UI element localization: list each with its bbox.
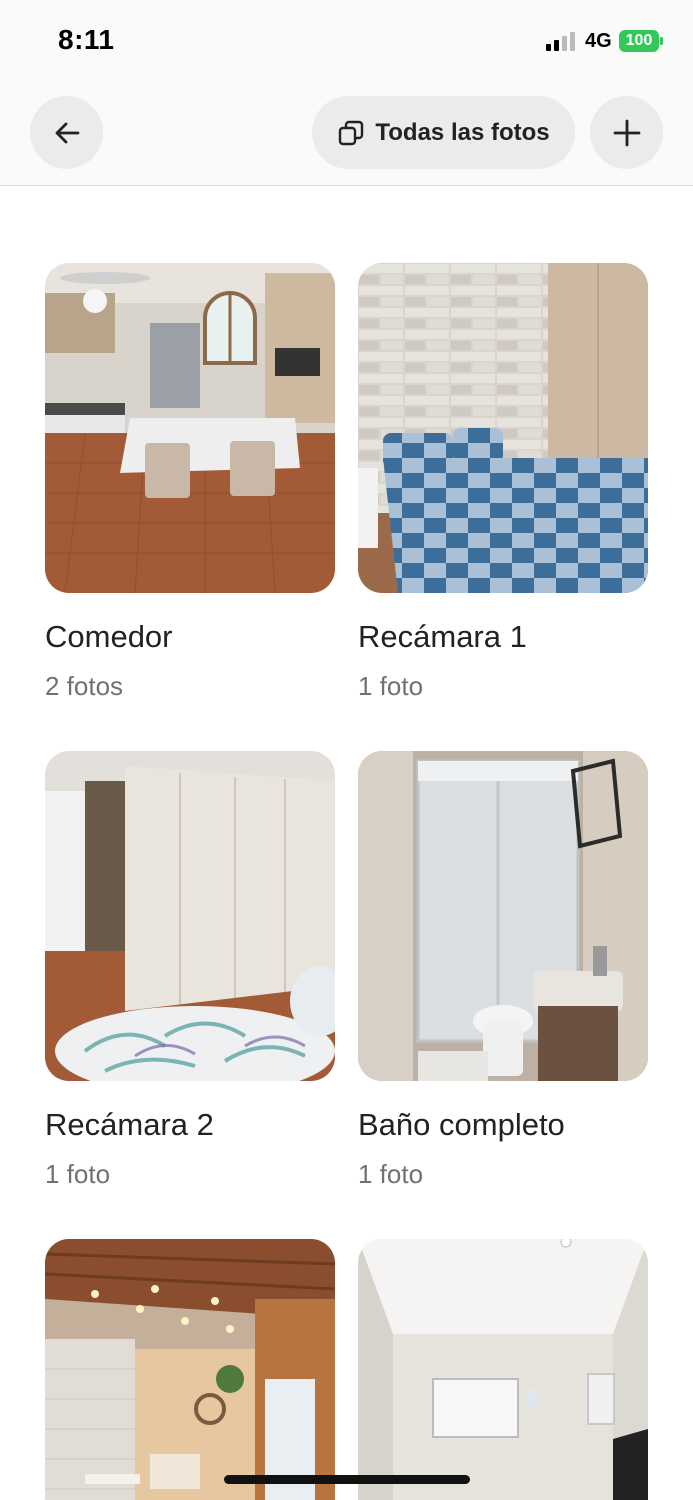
status-time: 8:11 <box>58 24 115 55</box>
room-card-room[interactable] <box>358 1239 648 1500</box>
battery-nub <box>660 37 663 45</box>
room-title: Recámara 1 <box>358 619 527 654</box>
room-photo-count: 1 foto <box>358 671 424 701</box>
room-card-comedor[interactable]: Comedor 2 fotos <box>45 263 335 701</box>
patio-image <box>45 1239 335 1500</box>
room-photo-count: 2 fotos <box>45 671 124 701</box>
plus-icon <box>613 119 640 146</box>
bedroom-1-image <box>358 263 648 593</box>
bedroom-2-image <box>45 751 335 1081</box>
back-button[interactable] <box>30 96 103 169</box>
header: Todas las fotos <box>0 80 693 186</box>
status-bar: 8:11 4G 100 <box>0 0 693 80</box>
room-image <box>358 1239 648 1500</box>
room-card-recamara-2[interactable]: Recámara 2 1 foto <box>45 751 335 1189</box>
photo-stack-icon <box>339 120 364 145</box>
room-photo-count: 1 foto <box>358 1159 424 1189</box>
room-title: Comedor <box>45 619 173 654</box>
room-photo[interactable] <box>45 751 335 1081</box>
all-photos-button[interactable]: Todas las fotos <box>312 96 575 169</box>
all-photos-label: Todas las fotos <box>375 118 550 146</box>
room-title: Baño completo <box>358 1107 565 1142</box>
room-title: Recámara 2 <box>45 1107 214 1142</box>
room-photo[interactable] <box>358 263 648 593</box>
room-photo[interactable] <box>45 263 335 593</box>
battery-icon: 100 <box>619 30 659 52</box>
room-photo-count: 1 foto <box>45 1159 111 1189</box>
home-indicator[interactable] <box>224 1475 470 1484</box>
arrow-left-icon <box>55 122 79 143</box>
photo-tour-screen: 8:11 4G 100 Todas las fotos Comedor 2 fo… <box>0 0 693 1500</box>
room-card-recamara-1[interactable]: Recámara 1 1 foto <box>358 263 648 701</box>
dining-room-image <box>45 263 335 593</box>
bathroom-image <box>358 751 648 1081</box>
room-photo[interactable] <box>45 1239 335 1500</box>
room-photo[interactable] <box>358 1239 648 1500</box>
network-label: 4G <box>585 30 612 52</box>
room-card-patio[interactable] <box>45 1239 335 1500</box>
signal-icon <box>546 32 575 51</box>
add-button[interactable] <box>590 96 663 169</box>
room-photo[interactable] <box>358 751 648 1081</box>
room-card-bano-completo[interactable]: Baño completo 1 foto <box>358 751 648 1189</box>
